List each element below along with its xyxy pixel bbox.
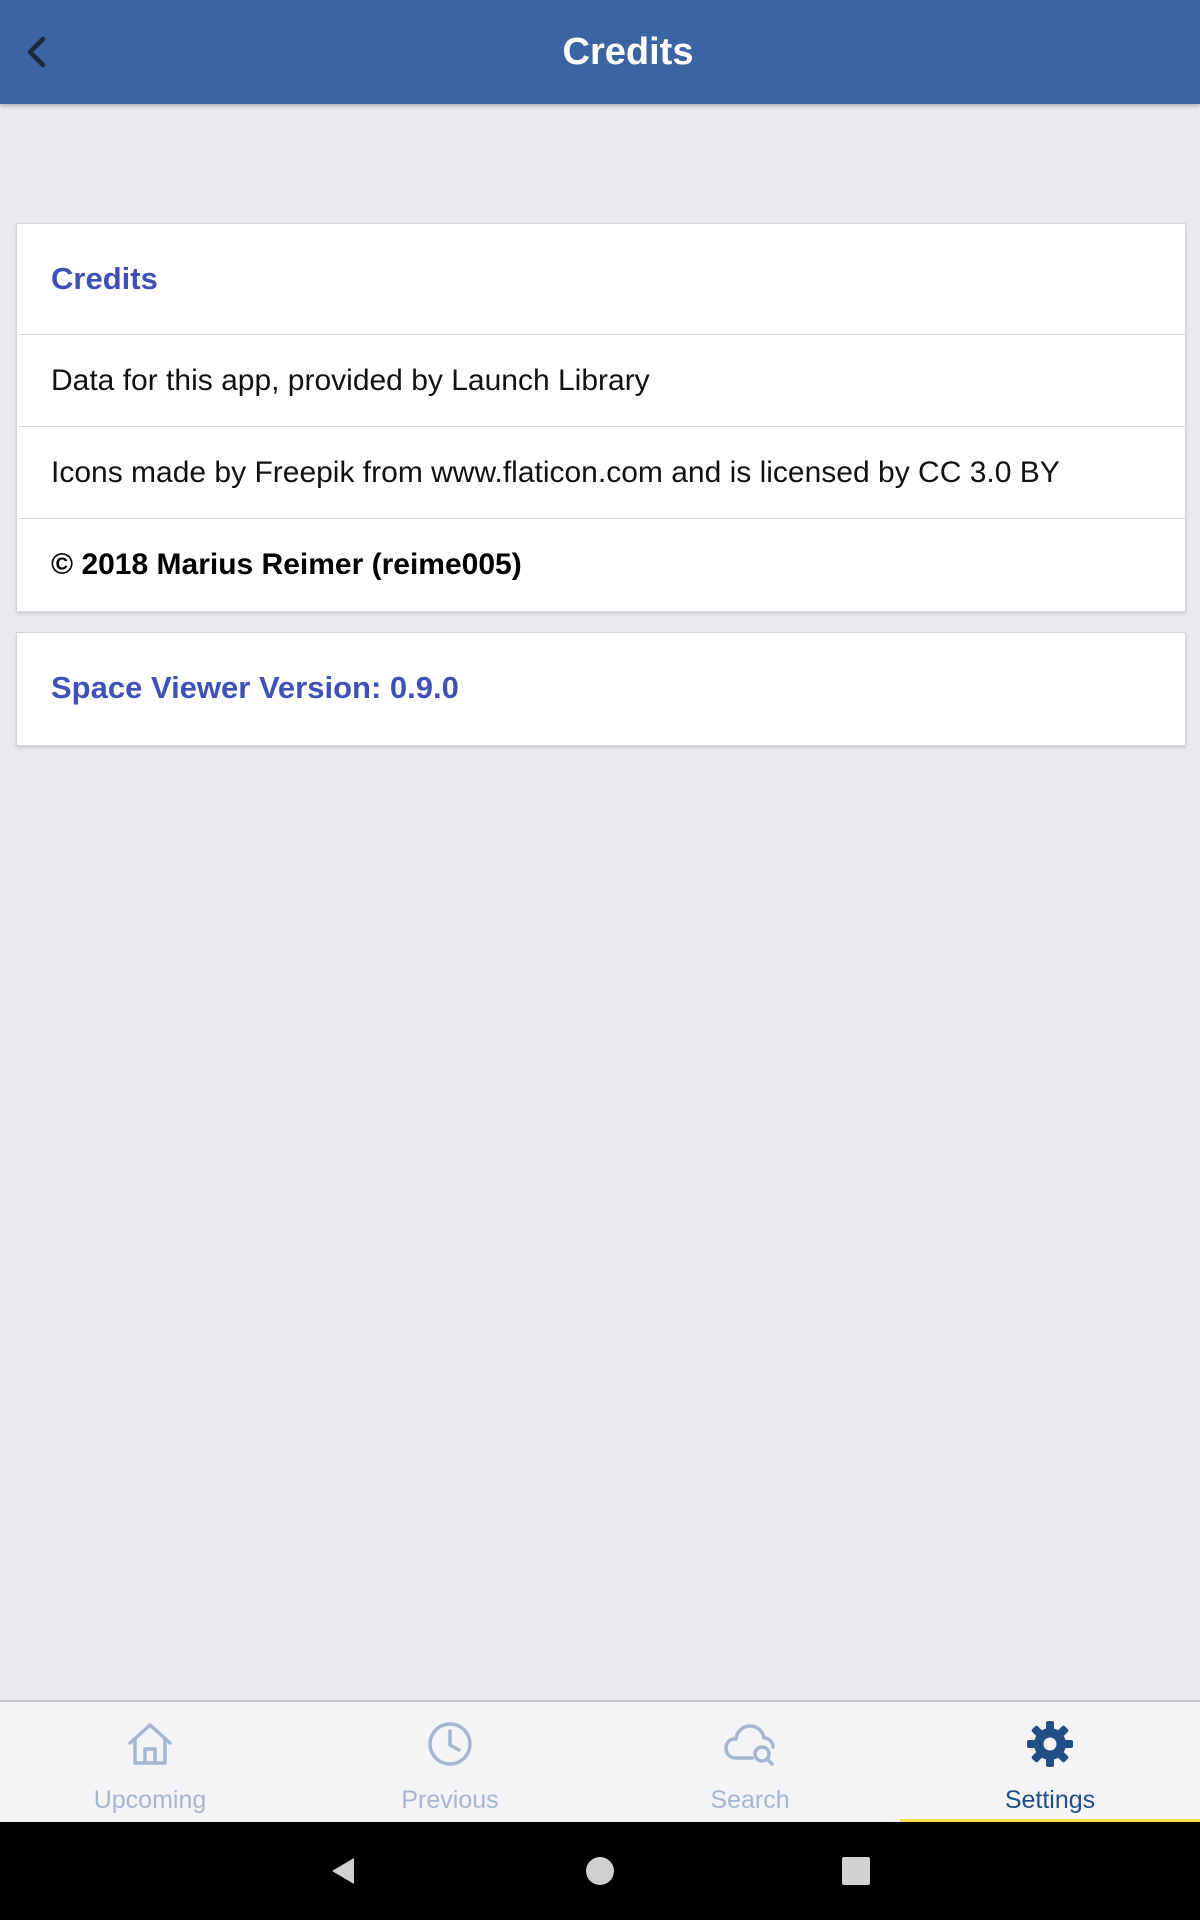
tab-label: Settings xyxy=(1004,1786,1096,1814)
app-header: Credits xyxy=(0,0,1200,104)
version-card: Space Viewer Version: 0.9.0 xyxy=(16,632,1186,746)
system-recents-button[interactable] xyxy=(806,1822,906,1920)
tab-settings[interactable]: Settings xyxy=(900,1702,1200,1824)
credits-card: Credits Data for this app, provided by L… xyxy=(16,223,1186,612)
cloud-search-icon xyxy=(724,1724,775,1766)
page-title: Credits xyxy=(562,31,694,73)
credit-item-icons: Icons made by Freepik from www.flaticon.… xyxy=(51,455,1060,489)
gear-icon xyxy=(1027,1721,1073,1767)
copyright-text: © 2018 Marius Reimer (reime005) xyxy=(51,547,522,581)
credits-heading: Credits xyxy=(51,261,158,296)
home-circle-icon xyxy=(586,1857,614,1885)
recents-square-icon xyxy=(842,1857,870,1885)
system-nav-bar xyxy=(0,1822,1200,1920)
system-home-button[interactable] xyxy=(550,1822,650,1920)
tab-label: Previous xyxy=(401,1786,499,1814)
tab-previous[interactable]: Previous xyxy=(300,1702,600,1822)
bottom-tab-bar: Upcoming Previous Search Settings xyxy=(0,1700,1200,1824)
back-triangle-icon xyxy=(332,1858,354,1884)
clock-icon xyxy=(428,1722,472,1766)
credits-screen: Credits Credits Data for this app, provi… xyxy=(0,0,1200,1920)
tab-label: Search xyxy=(710,1786,790,1814)
credit-item-launch-library: Data for this app, provided by Launch Li… xyxy=(51,363,650,397)
system-back-button[interactable] xyxy=(293,1822,393,1920)
tab-label: Upcoming xyxy=(93,1786,207,1814)
home-icon xyxy=(128,1723,172,1765)
tab-upcoming[interactable]: Upcoming xyxy=(0,1702,300,1822)
tab-search[interactable]: Search xyxy=(600,1702,900,1822)
version-label: Space Viewer Version: 0.9.0 xyxy=(51,670,459,705)
